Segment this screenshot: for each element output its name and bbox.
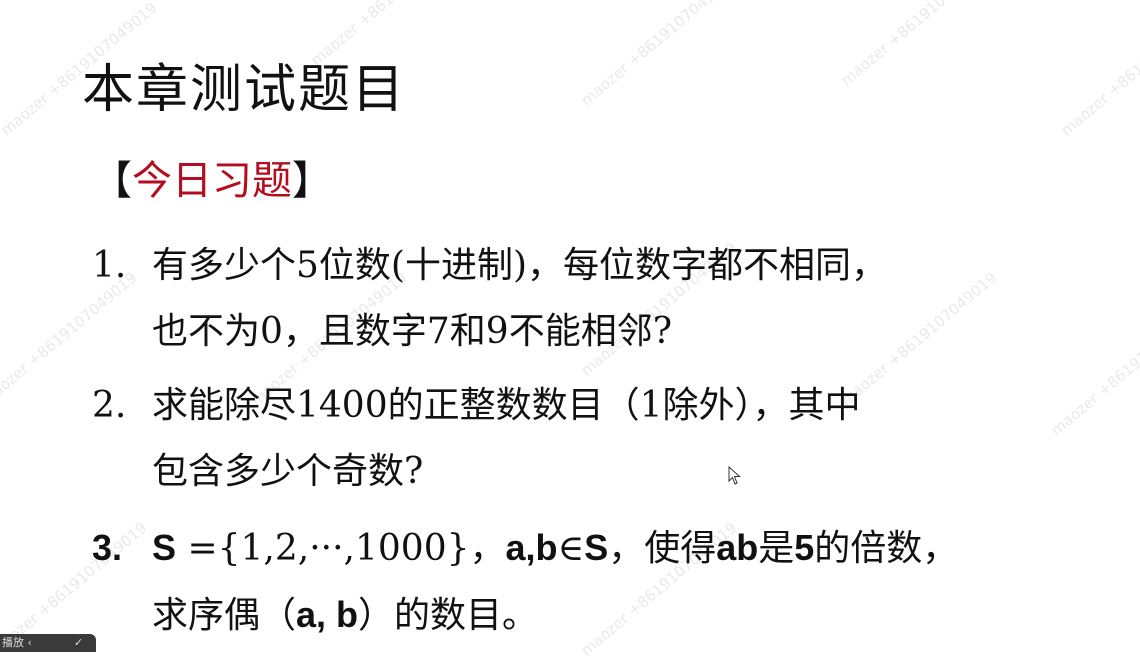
playback-toolbar[interactable]: 播放 ‹ ✓	[0, 634, 96, 652]
question-line: 有多少个5位数(十进制)，每位数字都不相同，	[152, 245, 887, 286]
number-five: 5	[794, 527, 815, 568]
watermark: maozer +8619107049019	[837, 0, 1001, 90]
set-symbol: S	[584, 527, 609, 568]
question-2: 2. 求能除尽1400的正整数数目（1除外），其中 包含多少个奇数?	[92, 373, 861, 505]
playback-label[interactable]: 播放 ‹	[2, 634, 32, 652]
question-line: 也不为0，且数字7和9不能相邻?	[152, 311, 673, 352]
question-number: 1.	[92, 245, 127, 286]
question-text: 的倍数，	[814, 528, 959, 569]
slide: maozer +8619107049019 maozer +8619107049…	[0, 0, 1140, 659]
section-label: 今日习题	[132, 158, 292, 204]
bracket-open: 【	[92, 158, 132, 204]
element-of-symbol: ∈	[557, 528, 585, 569]
question-text: ）的数目。	[358, 595, 539, 636]
watermark: maozer +8619107049019	[577, 0, 741, 110]
section-heading: 【今日习题】	[92, 156, 332, 206]
watermark: maozer +8619107049019	[1047, 298, 1140, 440]
page-title: 本章测试题目	[82, 60, 407, 120]
question-text: ，使得	[608, 528, 717, 569]
check-icon[interactable]: ✓	[74, 634, 83, 652]
question-3: 3. S ={1,2,···,1000}，a,b∈S，使得ab是5的倍数， 求序偶…	[92, 515, 958, 649]
question-text: 求序偶（	[152, 595, 297, 636]
question-line: 求序偶（a, b）的数目。	[92, 582, 958, 649]
set-symbol: S	[152, 527, 177, 568]
question-1: 1. 有多少个5位数(十进制)，每位数字都不相同， 也不为0，且数字7和9不能相邻…	[92, 233, 887, 365]
question-line: 包含多少个奇数?	[152, 451, 424, 492]
variables: a,b	[505, 527, 558, 568]
question-text: 是	[758, 528, 795, 569]
question-line: 求能除尽1400的正整数数目（1除外），其中	[152, 385, 861, 426]
bracket-close: 】	[292, 158, 332, 204]
question-number: 2.	[92, 385, 127, 426]
question-number: 3.	[92, 527, 123, 568]
watermark: maozer +8619107049019	[1057, 0, 1140, 140]
set-definition: ={1,2,···,1000}，	[176, 528, 506, 569]
product: ab	[716, 527, 759, 568]
ordered-pair: a, b	[296, 594, 359, 635]
mouse-cursor-icon	[728, 466, 741, 485]
